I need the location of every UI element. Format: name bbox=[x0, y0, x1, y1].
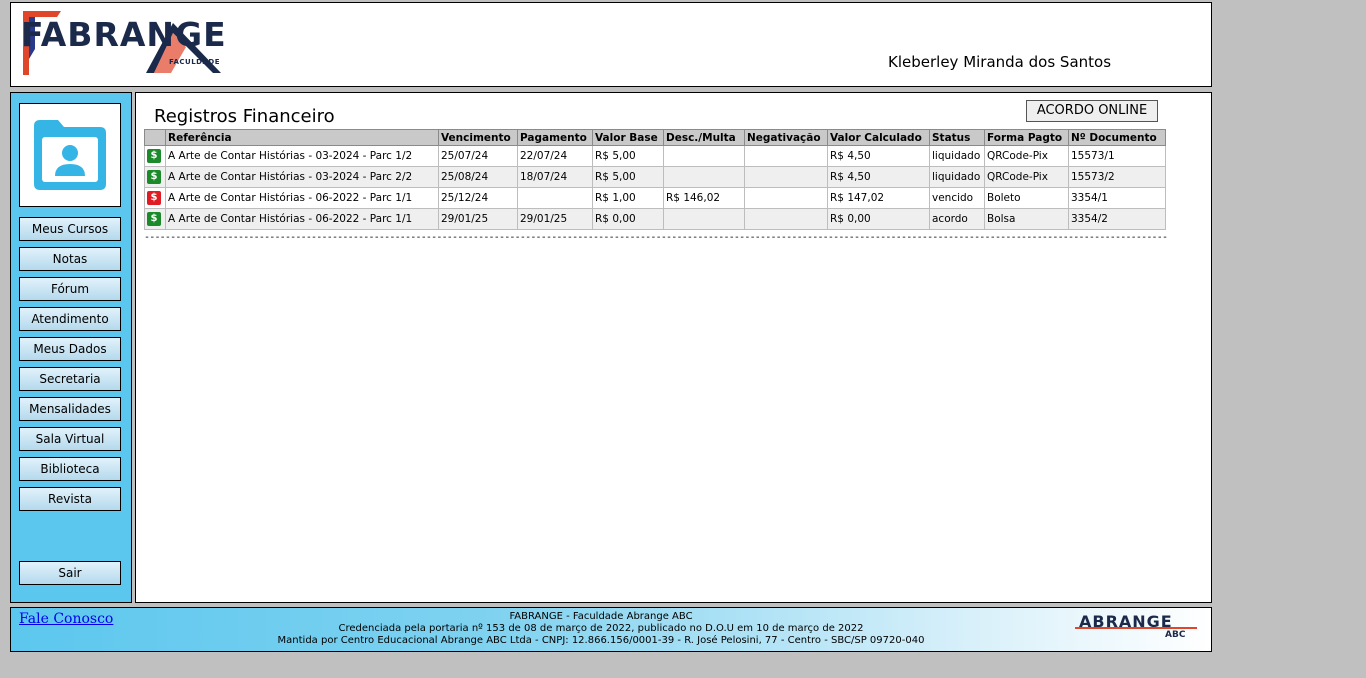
logo-text: FABRANGE bbox=[21, 15, 227, 54]
cell-referencia: A Arte de Contar Histórias - 06-2022 - P… bbox=[165, 208, 439, 230]
cell-status: vencido bbox=[929, 187, 985, 209]
financial-table: Referência Vencimento Pagamento Valor Ba… bbox=[144, 129, 1166, 230]
footer: Fale Conosco FABRANGE - Faculdade Abrang… bbox=[10, 607, 1212, 652]
sidebar-item-meus-dados[interactable]: Meus Dados bbox=[19, 337, 121, 361]
cell-vencimento: 29/01/25 bbox=[438, 208, 518, 230]
cell-status: liquidado bbox=[929, 145, 985, 167]
cell-pagamento: 18/07/24 bbox=[517, 166, 593, 188]
cell-documento: 15573/1 bbox=[1068, 145, 1166, 167]
cell-vencimento: 25/08/24 bbox=[438, 166, 518, 188]
cell-negativacao bbox=[744, 187, 828, 209]
footer-info: FABRANGE - Faculdade Abrange ABC Credenc… bbox=[191, 611, 1011, 647]
table-header-row: Referência Vencimento Pagamento Valor Ba… bbox=[144, 129, 1166, 146]
table-row: $ A Arte de Contar Histórias - 03-2024 -… bbox=[144, 166, 1166, 188]
cell-forma-pagto: QRCode-Pix bbox=[984, 166, 1069, 188]
row-icon-cell[interactable]: $ bbox=[144, 166, 166, 188]
fale-conosco-link[interactable]: Fale Conosco bbox=[19, 611, 113, 627]
cell-referencia: A Arte de Contar Histórias - 06-2022 - P… bbox=[165, 187, 439, 209]
col-documento: Nº Documento bbox=[1068, 129, 1166, 146]
user-folder-icon bbox=[34, 120, 106, 190]
cell-vencimento: 25/12/24 bbox=[438, 187, 518, 209]
cell-vencimento: 25/07/24 bbox=[438, 145, 518, 167]
logo-subtitle: FACULDADE bbox=[169, 58, 220, 66]
table-row: $ A Arte de Contar Histórias - 06-2022 -… bbox=[144, 187, 1166, 209]
divider-line: ----------------------------------------… bbox=[144, 232, 1168, 243]
sidebar-item-notas[interactable]: Notas bbox=[19, 247, 121, 271]
footer-line-1: FABRANGE - Faculdade Abrange ABC bbox=[509, 611, 693, 622]
cell-valor-base: R$ 5,00 bbox=[592, 145, 664, 167]
col-negativacao: Negativação bbox=[744, 129, 828, 146]
cell-desc-multa bbox=[663, 145, 745, 167]
avatar[interactable] bbox=[19, 103, 121, 207]
user-name: Kleberley Miranda dos Santos bbox=[888, 53, 1112, 71]
row-icon-cell[interactable]: $ bbox=[144, 187, 166, 209]
cell-valor-calculado: R$ 4,50 bbox=[827, 145, 930, 167]
cell-referencia: A Arte de Contar Histórias - 03-2024 - P… bbox=[165, 166, 439, 188]
sidebar-item-secretaria[interactable]: Secretaria bbox=[19, 367, 121, 391]
cell-status: liquidado bbox=[929, 166, 985, 188]
col-icon bbox=[144, 129, 166, 146]
col-forma-pagto: Forma Pagto bbox=[984, 129, 1069, 146]
cell-status: acordo bbox=[929, 208, 985, 230]
cell-valor-base: R$ 0,00 bbox=[592, 208, 664, 230]
col-referencia: Referência bbox=[165, 129, 439, 146]
header: FABRANGE FACULDADE Kleberley Miranda dos… bbox=[10, 2, 1212, 87]
sidebar-item-sala-virtual[interactable]: Sala Virtual bbox=[19, 427, 121, 451]
col-pagamento: Pagamento bbox=[517, 129, 593, 146]
fabrange-logo[interactable]: FABRANGE FACULDADE bbox=[21, 9, 227, 79]
logout-button[interactable]: Sair bbox=[19, 561, 121, 585]
cell-valor-base: R$ 1,00 bbox=[592, 187, 664, 209]
table-row: $ A Arte de Contar Histórias - 03-2024 -… bbox=[144, 145, 1166, 167]
cell-valor-calculado: R$ 4,50 bbox=[827, 166, 930, 188]
cell-documento: 15573/2 bbox=[1068, 166, 1166, 188]
cell-desc-multa bbox=[663, 208, 745, 230]
cell-documento: 3354/1 bbox=[1068, 187, 1166, 209]
sidebar-item-revista[interactable]: Revista bbox=[19, 487, 121, 511]
acordo-online-button[interactable]: ACORDO ONLINE bbox=[1026, 100, 1158, 122]
cell-desc-multa: R$ 146,02 bbox=[663, 187, 745, 209]
dollar-overdue-icon[interactable]: $ bbox=[147, 191, 161, 205]
sidebar-item-atendimento[interactable]: Atendimento bbox=[19, 307, 121, 331]
cell-valor-calculado: R$ 0,00 bbox=[827, 208, 930, 230]
cell-referencia: A Arte de Contar Histórias - 03-2024 - P… bbox=[165, 145, 439, 167]
table-row: $ A Arte de Contar Histórias - 06-2022 -… bbox=[144, 208, 1166, 230]
page-title: Registros Financeiro bbox=[154, 106, 335, 127]
footer-line-2: Credenciada pela portaria nº 153 de 08 d… bbox=[338, 623, 864, 634]
col-vencimento: Vencimento bbox=[438, 129, 518, 146]
sidebar-item-biblioteca[interactable]: Biblioteca bbox=[19, 457, 121, 481]
sidebar: Meus Cursos Notas Fórum Atendimento Meus… bbox=[10, 92, 132, 603]
sidebar-item-meus-cursos[interactable]: Meus Cursos bbox=[19, 217, 121, 241]
abrange-logo-text: ABRANGE bbox=[1079, 612, 1173, 631]
cell-desc-multa bbox=[663, 166, 745, 188]
col-valor-calculado: Valor Calculado bbox=[827, 129, 930, 146]
cell-negativacao bbox=[744, 166, 828, 188]
footer-line-3: Mantida por Centro Educacional Abrange A… bbox=[277, 635, 925, 646]
cell-valor-base: R$ 5,00 bbox=[592, 166, 664, 188]
cell-forma-pagto: Bolsa bbox=[984, 208, 1069, 230]
main-content: Registros Financeiro ACORDO ONLINE Refer… bbox=[135, 92, 1212, 603]
row-icon-cell[interactable]: $ bbox=[144, 145, 166, 167]
abrange-logo-sub: ABC bbox=[1165, 630, 1186, 640]
cell-pagamento: 22/07/24 bbox=[517, 145, 593, 167]
cell-forma-pagto: QRCode-Pix bbox=[984, 145, 1069, 167]
row-icon-cell[interactable]: $ bbox=[144, 208, 166, 230]
dollar-paid-icon[interactable]: $ bbox=[147, 149, 161, 163]
cell-pagamento: 29/01/25 bbox=[517, 208, 593, 230]
col-valor-base: Valor Base bbox=[592, 129, 664, 146]
dollar-paid-icon[interactable]: $ bbox=[147, 212, 161, 226]
cell-documento: 3354/2 bbox=[1068, 208, 1166, 230]
abrange-abc-logo: ABRANGE ABC bbox=[1075, 611, 1197, 643]
cell-forma-pagto: Boleto bbox=[984, 187, 1069, 209]
dollar-paid-icon[interactable]: $ bbox=[147, 170, 161, 184]
cell-negativacao bbox=[744, 145, 828, 167]
cell-pagamento bbox=[517, 187, 593, 209]
col-desc-multa: Desc./Multa bbox=[663, 129, 745, 146]
sidebar-item-mensalidades[interactable]: Mensalidades bbox=[19, 397, 121, 421]
col-status: Status bbox=[929, 129, 985, 146]
sidebar-item-forum[interactable]: Fórum bbox=[19, 277, 121, 301]
cell-negativacao bbox=[744, 208, 828, 230]
cell-valor-calculado: R$ 147,02 bbox=[827, 187, 930, 209]
